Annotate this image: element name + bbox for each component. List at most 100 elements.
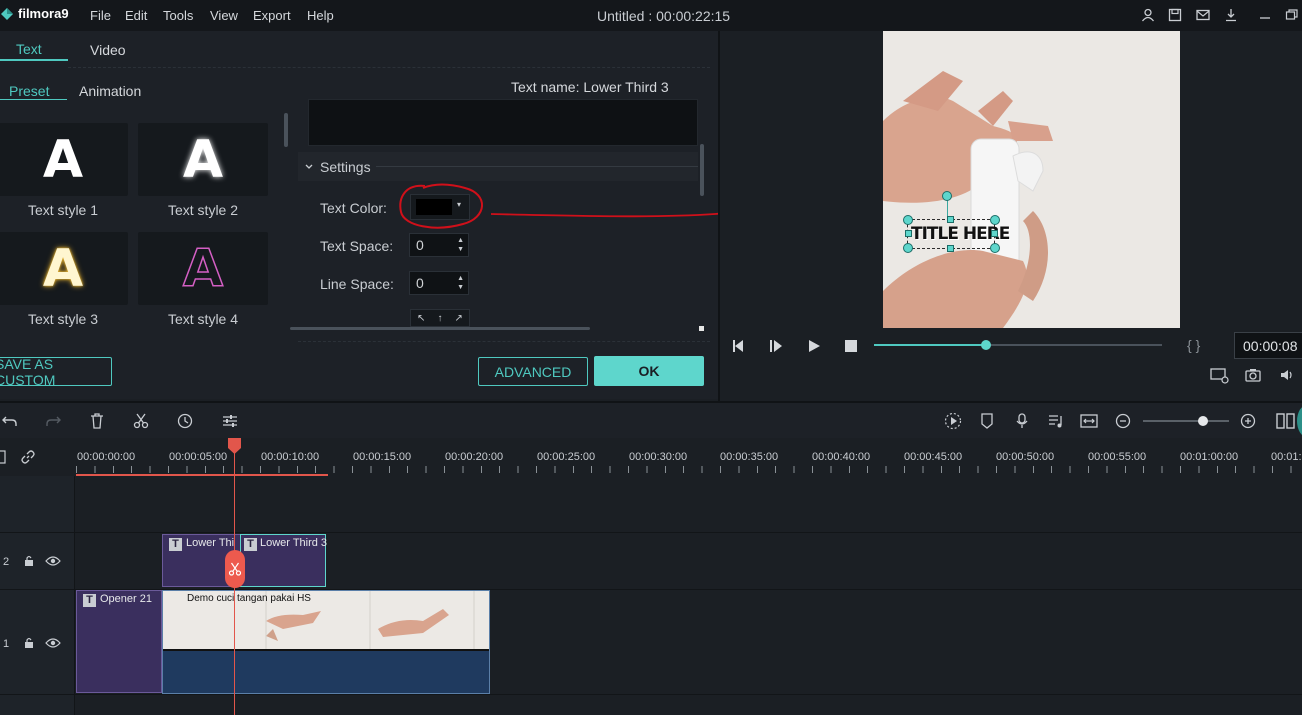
resize-handle-l[interactable] bbox=[905, 230, 912, 237]
line-space-input[interactable]: 0 ▲ ▼ bbox=[409, 271, 469, 295]
zoom-out-icon[interactable] bbox=[1115, 413, 1131, 429]
resize-handle-tr[interactable] bbox=[990, 215, 1000, 225]
menu-edit[interactable]: Edit bbox=[125, 8, 147, 23]
resize-handle-t[interactable] bbox=[947, 216, 954, 223]
clip-label: Opener 21 bbox=[100, 593, 152, 605]
track-divider bbox=[0, 694, 1302, 695]
preset-card-1[interactable]: A bbox=[0, 123, 128, 196]
minimize-icon[interactable] bbox=[1258, 8, 1272, 22]
preset-card-4[interactable]: A bbox=[138, 232, 268, 305]
download-icon[interactable] bbox=[1224, 8, 1238, 22]
fit-timeline-icon[interactable] bbox=[1080, 413, 1098, 429]
step-forward-icon[interactable] bbox=[768, 339, 784, 353]
subtab-preset[interactable]: Preset bbox=[9, 83, 49, 99]
volume-icon[interactable] bbox=[1280, 368, 1296, 382]
text-input-box[interactable] bbox=[308, 99, 698, 146]
save-as-custom-button[interactable]: SAVE AS CUSTOM bbox=[0, 356, 112, 388]
scroll-corner bbox=[699, 326, 704, 331]
video-frame bbox=[883, 31, 1180, 328]
menu-tools[interactable]: Tools bbox=[163, 8, 193, 23]
play-icon[interactable] bbox=[806, 339, 822, 353]
preset-scrollbar[interactable] bbox=[284, 113, 288, 147]
preset-card-2[interactable]: A bbox=[138, 123, 268, 196]
audio-mixer-icon[interactable] bbox=[1048, 413, 1064, 429]
split-scissors-button[interactable] bbox=[225, 550, 245, 588]
stop-icon[interactable] bbox=[844, 339, 858, 353]
resize-handle-br[interactable] bbox=[990, 243, 1000, 253]
resize-handle-tl[interactable] bbox=[903, 215, 913, 225]
preset-label-3: Text style 3 bbox=[27, 311, 99, 327]
microphone-icon[interactable] bbox=[1015, 413, 1029, 429]
text-name-label: Text name: Lower Third 3 bbox=[511, 79, 669, 95]
clip-label: Demo cuci tangan pakai HS bbox=[187, 593, 311, 604]
arrow-up-icon[interactable]: ↑ bbox=[437, 313, 442, 324]
text-space-label: Text Space: bbox=[320, 238, 394, 254]
ruler-label: 00:00:40:00 bbox=[812, 451, 871, 463]
rotate-handle[interactable] bbox=[942, 191, 952, 201]
tab-text[interactable]: Text bbox=[16, 41, 42, 57]
title-bar: filmora9 File Edit Tools View Export Hel… bbox=[0, 0, 1302, 31]
settings-scrollbar-h[interactable] bbox=[290, 327, 590, 330]
zoom-circle-button[interactable] bbox=[1297, 405, 1302, 437]
ruler-label: 00:00:10:00 bbox=[261, 451, 320, 463]
tab-video[interactable]: Video bbox=[90, 42, 126, 58]
preset-card-3[interactable]: A bbox=[0, 232, 128, 305]
preset-glyph: A bbox=[42, 129, 84, 190]
menu-export[interactable]: Export bbox=[253, 8, 291, 23]
playhead-marker-icon[interactable] bbox=[227, 437, 242, 455]
text-clip-icon: T bbox=[244, 538, 257, 551]
zoom-slider[interactable] bbox=[1143, 416, 1229, 426]
speed-clock-icon[interactable] bbox=[177, 413, 193, 429]
adjust-icon[interactable] bbox=[222, 413, 238, 429]
divider bbox=[298, 341, 710, 342]
mail-icon[interactable] bbox=[1196, 8, 1210, 22]
zoom-in-icon[interactable] bbox=[1240, 413, 1256, 429]
eye-icon[interactable] bbox=[45, 555, 61, 567]
clip-label: Lower Thi bbox=[186, 537, 235, 549]
alignment-buttons[interactable]: ↖ ↑ ↗ bbox=[410, 309, 470, 327]
line-space-value: 0 bbox=[416, 275, 424, 291]
text-clip-selected[interactable]: T Lower Third 3 bbox=[240, 534, 327, 587]
advanced-button[interactable]: ADVANCED bbox=[478, 357, 588, 386]
redo-icon[interactable] bbox=[45, 414, 61, 428]
spinner-arrows-icon[interactable]: ▲ ▼ bbox=[457, 274, 464, 292]
video-clip[interactable]: Demo cuci tangan pakai HS bbox=[162, 590, 490, 694]
scissors-icon[interactable] bbox=[133, 413, 149, 429]
subtab-animation[interactable]: Animation bbox=[79, 83, 141, 99]
resize-handle-b[interactable] bbox=[947, 245, 954, 252]
eye-icon[interactable] bbox=[45, 637, 61, 649]
opener-clip[interactable]: T Opener 21 bbox=[76, 590, 162, 693]
undo-icon[interactable] bbox=[2, 414, 18, 428]
settings-header: Settings bbox=[320, 159, 371, 175]
ruler-label: 00:00:35:00 bbox=[720, 451, 779, 463]
render-preview-icon[interactable] bbox=[944, 412, 962, 430]
zoom-slider-knob[interactable] bbox=[1198, 416, 1209, 426]
resize-handle-bl[interactable] bbox=[903, 243, 913, 253]
marker-icon[interactable] bbox=[980, 413, 994, 429]
display-settings-icon[interactable] bbox=[1210, 368, 1230, 384]
menu-help[interactable]: Help bbox=[307, 8, 334, 23]
arrow-upleft-icon[interactable]: ↖ bbox=[417, 313, 425, 324]
menu-file[interactable]: File bbox=[90, 8, 111, 23]
split-view-icon[interactable] bbox=[1276, 413, 1296, 429]
chevron-down-icon[interactable] bbox=[304, 162, 314, 172]
video-preview[interactable]: TITLE HERE bbox=[883, 31, 1180, 328]
resize-handle-r[interactable] bbox=[991, 230, 998, 237]
ok-button[interactable]: OK bbox=[594, 356, 704, 386]
menu-view[interactable]: View bbox=[210, 8, 238, 23]
playback-progress[interactable] bbox=[874, 340, 1162, 350]
delete-icon[interactable] bbox=[90, 413, 104, 429]
snapshot-icon[interactable] bbox=[1245, 368, 1261, 382]
timeline-toolbar bbox=[0, 401, 1302, 438]
step-back-icon[interactable] bbox=[731, 339, 747, 353]
link-icon[interactable] bbox=[20, 449, 36, 465]
save-icon[interactable] bbox=[1168, 8, 1182, 22]
lock-icon[interactable] bbox=[23, 637, 35, 649]
add-track-icon[interactable] bbox=[0, 450, 6, 464]
logo-text: filmora9 bbox=[18, 6, 69, 21]
mark-in-out-icon[interactable]: { } bbox=[1187, 337, 1200, 353]
account-icon[interactable] bbox=[1141, 8, 1155, 22]
restore-icon[interactable] bbox=[1285, 8, 1299, 22]
arrow-upright-icon[interactable]: ↗ bbox=[455, 313, 463, 324]
lock-icon[interactable] bbox=[23, 555, 35, 567]
